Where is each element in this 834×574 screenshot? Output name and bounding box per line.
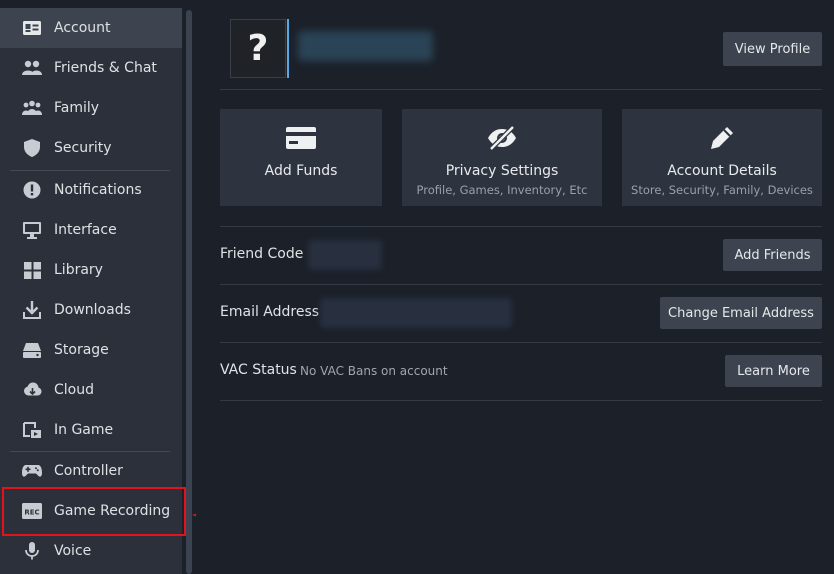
sidebar-item-library[interactable]: Library — [0, 250, 182, 290]
add-friends-button[interactable]: Add Friends — [723, 239, 822, 271]
sidebar-item-label: Notifications — [54, 182, 142, 198]
view-profile-label: View Profile — [734, 41, 811, 57]
divider — [220, 400, 822, 401]
gamepad-icon — [22, 461, 42, 481]
pencil-icon — [707, 123, 737, 153]
divider — [220, 89, 822, 90]
sidebar-item-notifications[interactable]: Notifications — [0, 170, 182, 210]
divider — [220, 226, 822, 227]
sidebar-item-storage[interactable]: Storage — [0, 330, 182, 370]
change-email-button[interactable]: Change Email Address — [660, 297, 822, 329]
tile-title: Privacy Settings — [445, 163, 559, 179]
sidebar-item-label: Voice — [54, 543, 92, 559]
sidebar-item-label: Downloads — [54, 302, 131, 318]
email-address-label: Email Address — [220, 304, 320, 320]
sidebar-item-label: Family — [54, 100, 100, 116]
divider — [220, 342, 822, 343]
sidebar-item-friends-chat[interactable]: Friends & Chat — [0, 48, 182, 88]
shield-icon — [22, 138, 42, 158]
sidebar-item-family[interactable]: Family — [0, 88, 182, 128]
account-main-panel: ? View Profile Add Funds Privacy Setting… — [196, 0, 834, 574]
avatar-placeholder-glyph: ? — [247, 28, 269, 69]
sidebar-item-label: Account — [54, 20, 111, 36]
email-value-redacted — [320, 298, 512, 328]
account-card-icon — [22, 18, 42, 38]
download-icon — [22, 300, 42, 320]
friend-code-label: Friend Code — [220, 246, 304, 262]
sidebar-item-label: Friends & Chat — [54, 60, 157, 76]
sidebar-item-label: Controller — [54, 463, 123, 479]
sidebar-item-label: Cloud — [54, 382, 94, 398]
cloud-icon — [22, 380, 42, 400]
family-icon — [22, 98, 42, 118]
sidebar-item-account[interactable]: Account — [0, 8, 182, 48]
add-funds-tile[interactable]: Add Funds — [220, 109, 382, 206]
tile-subtitle: Profile, Games, Inventory, Etc — [416, 183, 588, 197]
sidebar-item-in-game[interactable]: In Game — [0, 410, 182, 450]
eye-slash-icon — [487, 123, 517, 153]
account-details-tile[interactable]: Account Details Store, Security, Family,… — [622, 109, 822, 206]
sidebar-item-security[interactable]: Security — [0, 128, 182, 168]
avatar-status-bar — [287, 19, 289, 78]
monitor-icon — [22, 220, 42, 240]
highlight-box — [2, 487, 186, 536]
add-friends-label: Add Friends — [734, 247, 811, 263]
sidebar-item-voice[interactable]: Voice — [0, 531, 182, 571]
vac-status-label: VAC Status — [220, 362, 297, 378]
sidebar-scrollbar[interactable] — [186, 10, 192, 574]
username-redacted — [298, 31, 433, 61]
sidebar-item-label: In Game — [54, 422, 114, 438]
sidebar-item-cloud[interactable]: Cloud — [0, 370, 182, 410]
tile-subtitle: Store, Security, Family, Devices — [631, 183, 813, 197]
sidebar-item-downloads[interactable]: Downloads — [0, 290, 182, 330]
vac-status-value: No VAC Bans on account — [300, 364, 448, 378]
credit-card-icon — [286, 123, 316, 153]
learn-more-button[interactable]: Learn More — [725, 355, 822, 387]
library-grid-icon — [22, 260, 42, 280]
alert-icon — [22, 180, 42, 200]
storage-drive-icon — [22, 340, 42, 360]
view-profile-button[interactable]: View Profile — [723, 32, 822, 66]
privacy-settings-tile[interactable]: Privacy Settings Profile, Games, Invento… — [402, 109, 602, 206]
in-game-icon — [22, 420, 42, 440]
change-email-label: Change Email Address — [668, 305, 814, 321]
avatar[interactable]: ? — [230, 19, 286, 78]
sidebar-item-label: Interface — [54, 222, 117, 238]
tile-title: Add Funds — [264, 163, 338, 179]
microphone-icon — [22, 541, 42, 561]
sidebar-item-label: Library — [54, 262, 103, 278]
sidebar-item-interface[interactable]: Interface — [0, 210, 182, 250]
tile-title: Account Details — [667, 163, 777, 179]
sidebar-item-label: Storage — [54, 342, 109, 358]
learn-more-label: Learn More — [737, 363, 810, 379]
sidebar-item-controller[interactable]: Controller — [0, 451, 182, 491]
friend-code-value-redacted — [308, 240, 382, 270]
divider — [220, 284, 822, 285]
sidebar-item-label: Security — [54, 140, 112, 156]
friends-icon — [22, 58, 42, 78]
